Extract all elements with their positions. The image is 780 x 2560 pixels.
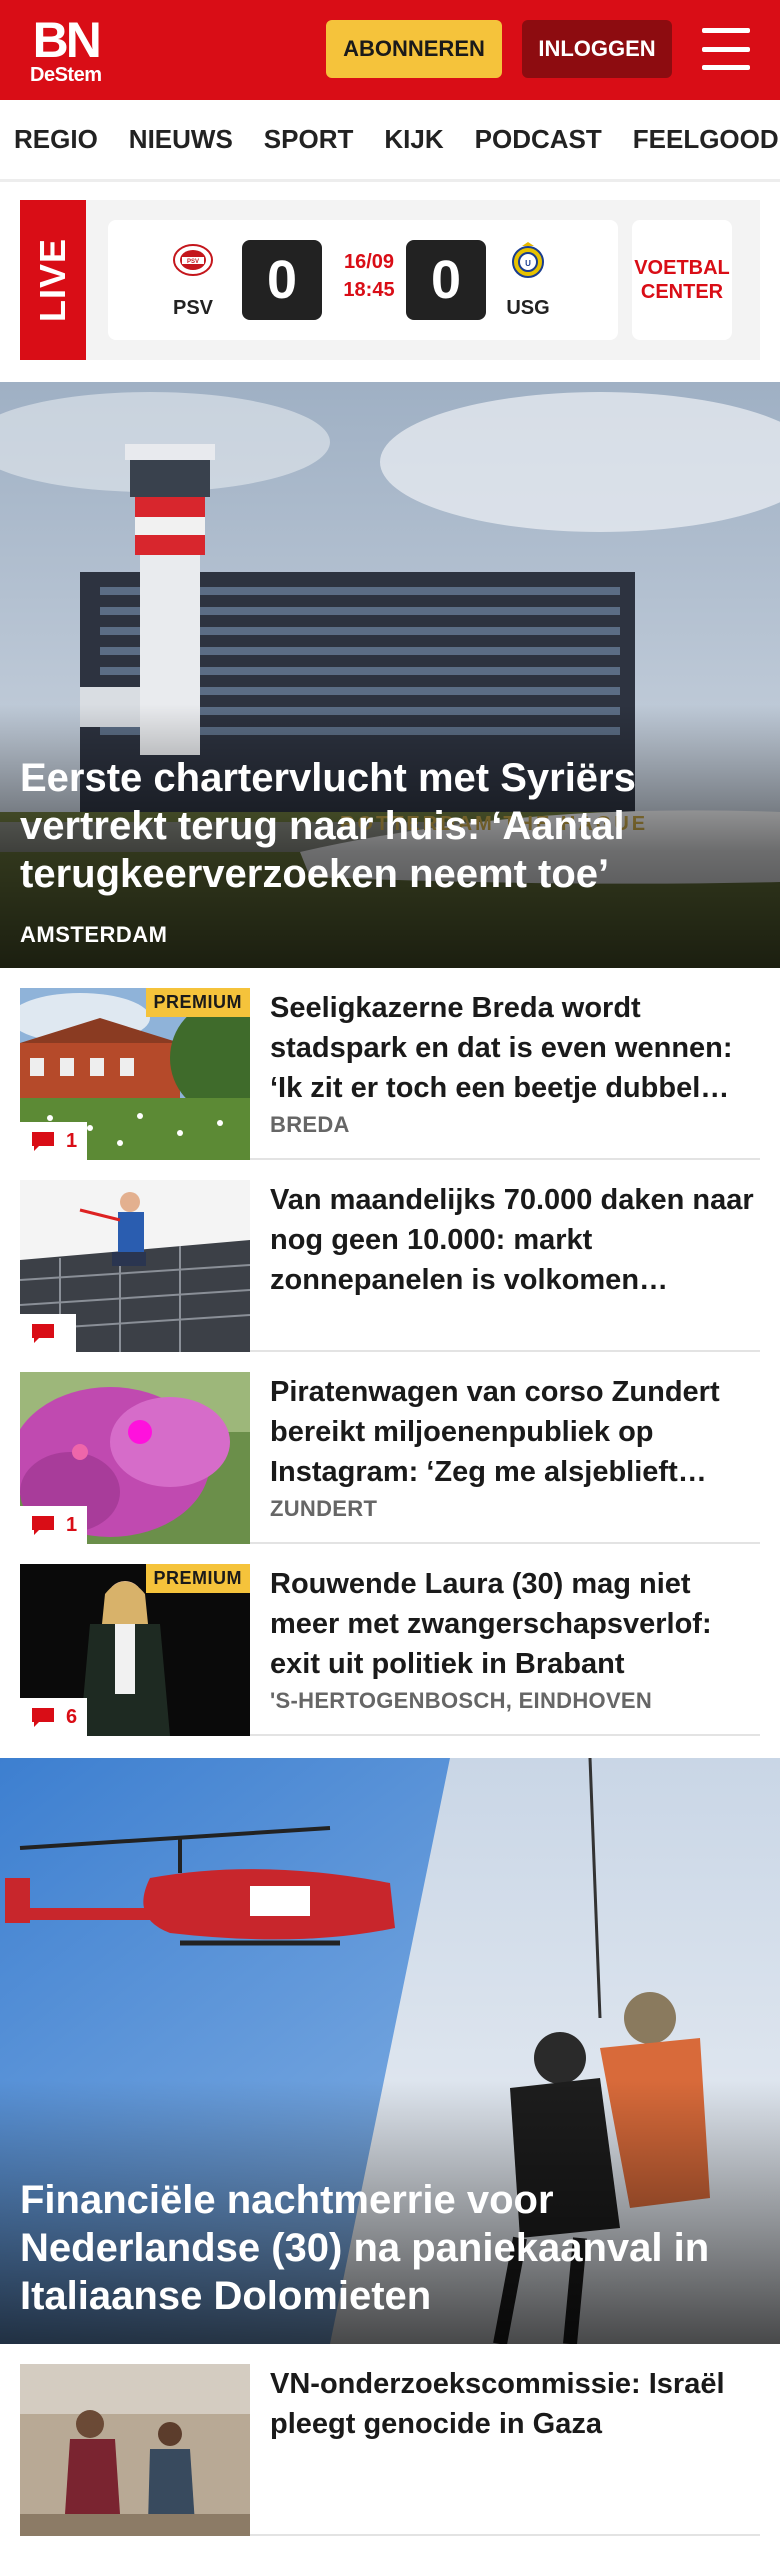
comment-count[interactable]: 1 (20, 1506, 88, 1544)
login-button[interactable]: INLOGGEN (522, 20, 672, 78)
comment-count[interactable]: 1 (20, 1122, 88, 1160)
article-location: 'S-HERTOGENBOSCH, EINDHOVEN (270, 1688, 653, 1713)
live-tag: LIVE (20, 200, 86, 360)
comment-count[interactable]: 6 (20, 1698, 88, 1736)
nav-item-podcast[interactable]: PODCAST (475, 124, 602, 155)
article-title[interactable]: Piratenwagen van corso Zundert bereikt m… (270, 1372, 760, 1492)
live-score-bar: LIVE PSV PSV 0 16/09 18:45 0 U USG VOETB… (20, 200, 760, 360)
list-item[interactable]: 1 Piratenwagen van corso Zundert bereikt… (20, 1352, 760, 1544)
site-header: BN DeStem ABONNEREN INLOGGEN (0, 0, 780, 100)
main-nav: REGIO NIEUWS SPORT KIJK PODCAST FEELGOOD (0, 100, 780, 182)
article-text: Piratenwagen van corso Zundert bereikt m… (270, 1372, 760, 1542)
voetbal-center-button[interactable]: VOETBAL CENTER (632, 220, 732, 340)
comment-number: 1 (66, 1513, 78, 1536)
comment-number: 1 (66, 1129, 78, 1152)
article-title[interactable]: Rouwende Laura (30) mag niet meer met zw… (270, 1564, 760, 1684)
thumbnail-image (20, 2364, 250, 2536)
home-team: PSV PSV (158, 240, 228, 320)
article-list: PREMIUM 1 Seeligkazerne Breda wordt stad… (0, 968, 780, 1736)
match-datetime: 16/09 18:45 (334, 248, 404, 304)
article-thumbnail: PREMIUM 1 (20, 988, 250, 1160)
home-team-name: PSV (172, 297, 214, 319)
premium-badge: PREMIUM (145, 1564, 250, 1593)
premium-badge: PREMIUM (145, 988, 250, 1017)
article-thumbnail (20, 2364, 250, 2536)
article-text: Van maandelijks 70.000 daken naar nog ge… (270, 1180, 760, 1350)
article-title[interactable]: Van maandelijks 70.000 daken naar nog ge… (270, 1180, 760, 1300)
svg-text:U: U (525, 259, 531, 268)
hero-article-2[interactable]: Financiële nachtmerrie voor Nederlandse … (0, 1758, 780, 2344)
logo-main: BN (32, 12, 102, 68)
article-title[interactable]: VN-onderzoekscommissie: Israël pleegt ge… (270, 2364, 760, 2444)
article-list-2: VN-onderzoekscommissie: Israël pleegt ge… (0, 2344, 780, 2536)
article-title[interactable]: Seeligkazerne Breda wordt stadspark en d… (270, 988, 760, 1108)
away-score: 0 (406, 240, 486, 320)
hamburger-menu-icon[interactable] (702, 28, 750, 70)
comment-bubble-icon (32, 1708, 54, 1727)
live-label: LIVE (32, 237, 73, 323)
svg-text:PSV: PSV (187, 259, 199, 265)
psv-crest-icon: PSV (173, 244, 213, 276)
article-text: VN-onderzoekscommissie: Israël pleegt ge… (270, 2364, 760, 2534)
match-time: 18:45 (343, 279, 395, 301)
subscribe-button[interactable]: ABONNEREN (326, 20, 502, 78)
hero-article[interactable]: ROTTERDAM THE HAGUE Eerste chartervlucht… (0, 382, 780, 968)
comment-count[interactable] (20, 1314, 76, 1352)
list-item[interactable]: PREMIUM 1 Seeligkazerne Breda wordt stad… (20, 968, 760, 1160)
list-item[interactable]: Van maandelijks 70.000 daken naar nog ge… (20, 1160, 760, 1352)
match-card[interactable]: PSV PSV 0 16/09 18:45 0 U USG (108, 220, 618, 340)
nav-item-feelgood[interactable]: FEELGOOD (633, 124, 779, 155)
match-date: 16/09 (343, 251, 395, 273)
nav-item-sport[interactable]: SPORT (264, 124, 354, 155)
list-item[interactable]: PREMIUM 6 Rouwende Laura (30) mag niet m… (20, 1544, 760, 1736)
comment-bubble-icon (32, 1516, 54, 1535)
article-text: Seeligkazerne Breda wordt stadspark en d… (270, 988, 760, 1158)
hero-location: AMSTERDAM (20, 922, 168, 947)
comment-bubble-icon (32, 1132, 54, 1151)
nav-item-regio[interactable]: REGIO (14, 124, 98, 155)
away-team: U USG (493, 240, 563, 320)
away-team-name: USG (506, 297, 550, 319)
list-item[interactable]: VN-onderzoekscommissie: Israël pleegt ge… (20, 2344, 760, 2536)
comment-number: 6 (66, 1705, 78, 1728)
article-text: Rouwende Laura (30) mag niet meer met zw… (270, 1564, 760, 1734)
site-logo[interactable]: BN DeStem (30, 12, 102, 86)
usg-crest-icon: U (512, 242, 544, 278)
hero2-title[interactable]: Financiële nachtmerrie voor Nederlandse … (20, 2176, 760, 2320)
article-location: BREDA (270, 1112, 350, 1137)
comment-bubble-icon (32, 1324, 54, 1343)
home-score: 0 (242, 240, 322, 320)
hero-title[interactable]: Eerste chartervlucht met Syriërs vertrek… (20, 754, 760, 898)
article-thumbnail (20, 1180, 250, 1352)
article-thumbnail: PREMIUM 6 (20, 1564, 250, 1736)
article-thumbnail: 1 (20, 1372, 250, 1544)
article-location: ZUNDERT (270, 1496, 378, 1521)
logo-sub: DeStem (30, 64, 102, 86)
nav-item-nieuws[interactable]: NIEUWS (129, 124, 233, 155)
nav-item-kijk[interactable]: KIJK (384, 124, 443, 155)
